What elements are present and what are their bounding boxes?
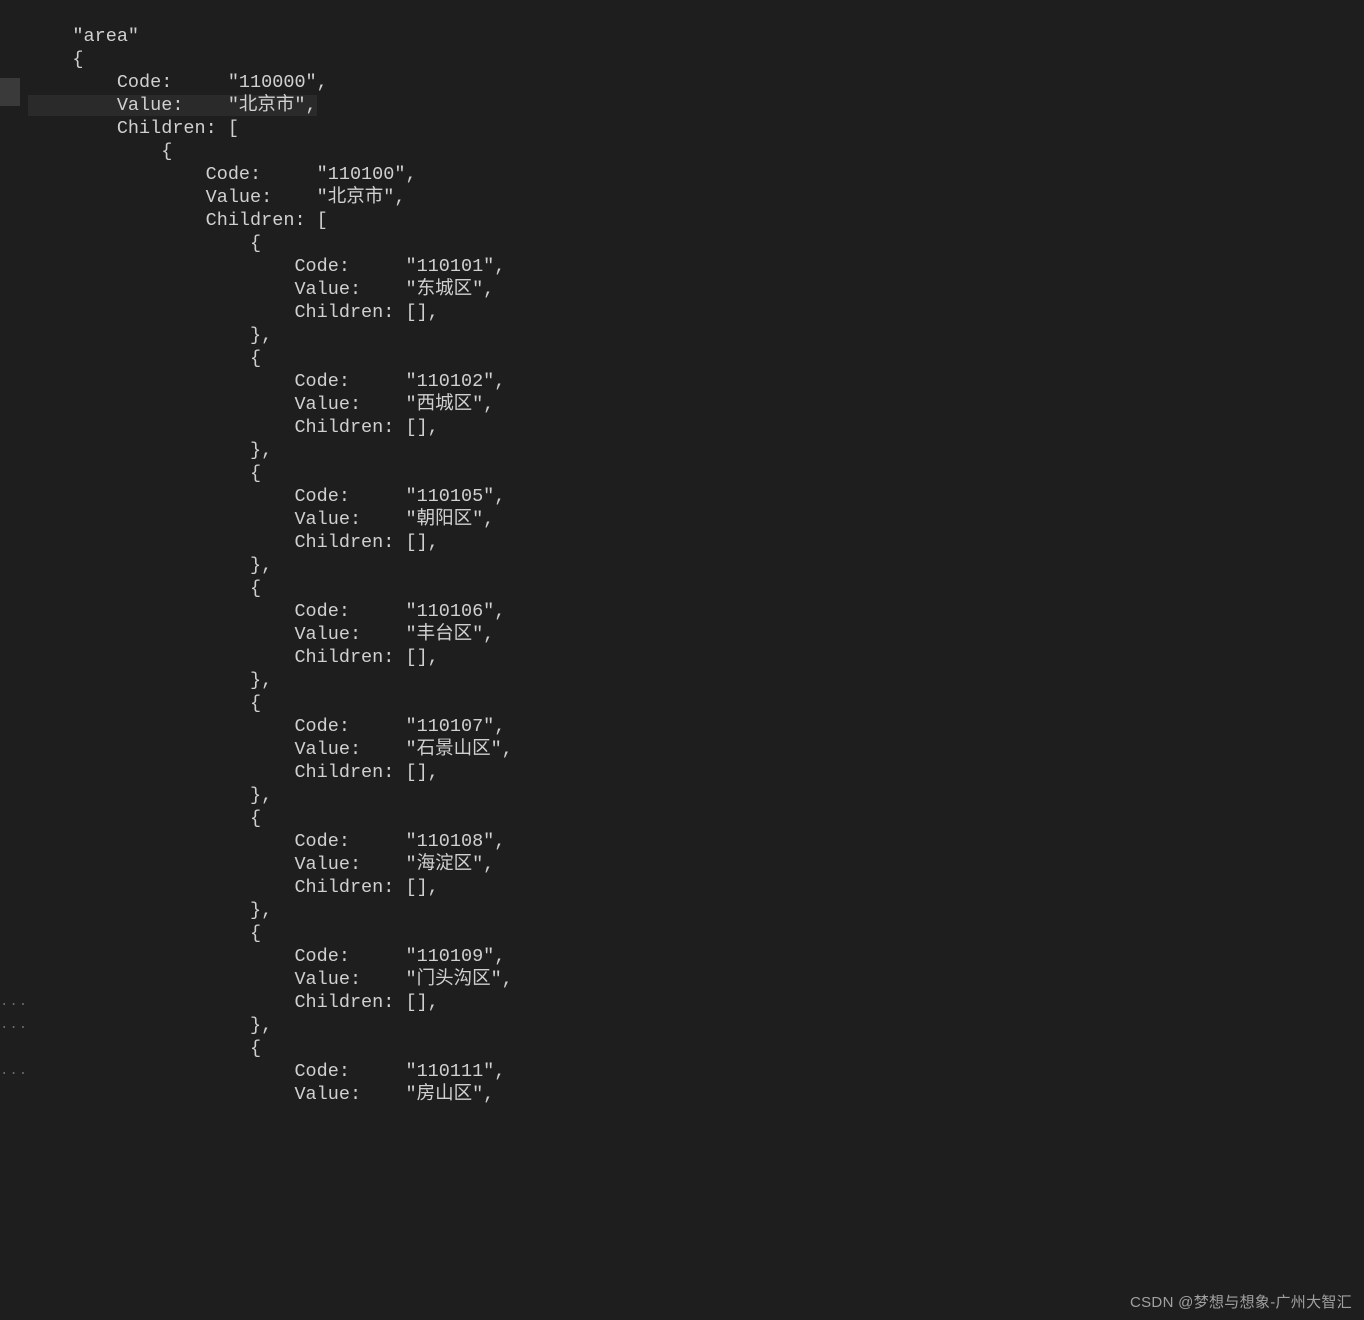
code-line: Value: "北京市", [28, 95, 317, 116]
code-line: { [28, 233, 261, 254]
code-line: { [28, 1038, 261, 1059]
code-line: Code: "110107", [28, 716, 505, 737]
code-line: }, [28, 1015, 272, 1036]
code-line: Value: "朝阳区", [28, 509, 494, 530]
code-line: Code: "110102", [28, 371, 505, 392]
line-gutter: ... ... ... [0, 0, 20, 1320]
code-line: }, [28, 440, 272, 461]
code-line: }, [28, 555, 272, 576]
code-line: Code: "110106", [28, 601, 505, 622]
code-line: { [28, 49, 84, 70]
watermark-text: CSDN @梦想与想象-广州大智汇 [1130, 1291, 1352, 1312]
fold-indicator[interactable]: ... [0, 994, 20, 1010]
code-line: }, [28, 900, 272, 921]
code-line: Value: "西城区", [28, 394, 494, 415]
code-line: Value: "海淀区", [28, 854, 494, 875]
code-line: Value: "门头沟区", [28, 969, 513, 990]
code-line: Code: "110101", [28, 256, 505, 277]
code-line: Children: [ [28, 210, 328, 231]
code-line: Code: "110108", [28, 831, 505, 852]
code-line: Code: "110000", [28, 72, 328, 93]
code-line: Value: "石景山区", [28, 739, 513, 760]
code-line: { [28, 141, 172, 162]
code-line: { [28, 578, 261, 599]
code-line: Code: "110105", [28, 486, 505, 507]
code-line: Code: "110111", [28, 1061, 505, 1082]
code-line: { [28, 463, 261, 484]
code-line: Children: [], [28, 302, 439, 323]
code-line: { [28, 693, 261, 714]
fold-indicator[interactable]: ... [0, 1063, 20, 1079]
code-line: { [28, 808, 261, 829]
code-line: Children: [], [28, 647, 439, 668]
code-line: Value: "北京市", [28, 187, 405, 208]
code-line: }, [28, 325, 272, 346]
code-line: Children: [], [28, 417, 439, 438]
code-line: Value: "丰台区", [28, 624, 494, 645]
current-line-marker [0, 78, 20, 106]
code-line: Children: [], [28, 992, 439, 1013]
code-line: "area" [28, 26, 139, 47]
code-line: Code: "110109", [28, 946, 505, 967]
code-editor: ... ... ... "area" { Code: "110000", Val… [0, 0, 1364, 1320]
code-line: }, [28, 670, 272, 691]
code-line: }, [28, 785, 272, 806]
code-line: Children: [ [28, 118, 239, 139]
fold-indicator[interactable]: ... [0, 1017, 20, 1033]
code-area[interactable]: "area" { Code: "110000", Value: "北京市", C… [20, 0, 1364, 1320]
code-line: { [28, 348, 261, 369]
code-line: Value: "东城区", [28, 279, 494, 300]
code-line: Children: [], [28, 532, 439, 553]
code-line: Children: [], [28, 877, 439, 898]
code-line: { [28, 923, 261, 944]
code-line: Code: "110100", [28, 164, 417, 185]
code-line: Value: "房山区", [28, 1084, 494, 1105]
code-line: Children: [], [28, 762, 439, 783]
